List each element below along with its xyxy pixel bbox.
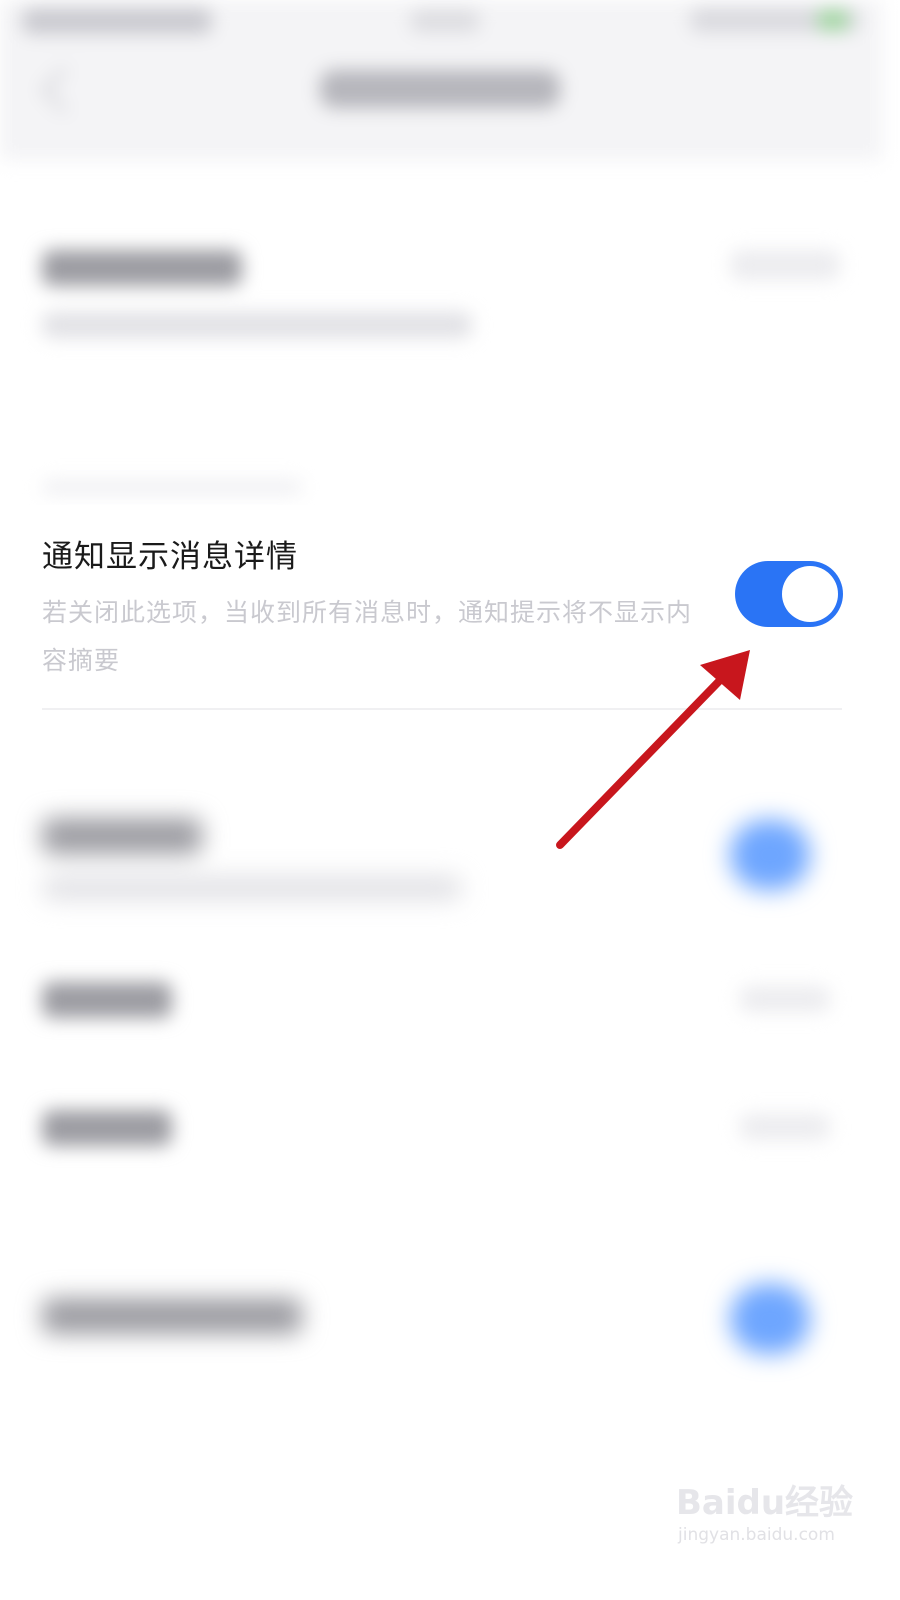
notification-detail-toggle[interactable] — [735, 561, 843, 627]
setting-title: 通知显示消息详情 — [42, 539, 298, 575]
status-bar-time — [410, 10, 480, 32]
row-title-placeholder — [42, 1110, 172, 1146]
setting-description: 若关闭此选项，当收到所有消息时，通知提示将不显示内容摘要 — [42, 598, 693, 675]
section-divider — [42, 480, 302, 494]
row-divider — [42, 708, 842, 710]
row-title-placeholder — [42, 818, 202, 854]
row-value-placeholder — [740, 986, 830, 1012]
toggle-knob — [782, 566, 838, 622]
settings-row-blurred[interactable] — [0, 960, 882, 1050]
row-title-placeholder — [42, 1298, 302, 1334]
settings-row-blurred[interactable] — [0, 220, 882, 370]
row-value-placeholder — [730, 250, 840, 280]
watermark-logo: Baidu经验 — [676, 1483, 854, 1523]
page-title — [320, 70, 560, 108]
settings-row-blurred[interactable] — [0, 1270, 882, 1380]
chevron-left-icon[interactable] — [41, 67, 87, 113]
row-subtitle-placeholder — [42, 876, 462, 900]
top-bar — [0, 0, 882, 160]
status-bar-left — [22, 8, 212, 34]
row-value-placeholder — [740, 1114, 830, 1140]
watermark-url: jingyan.baidu.com — [678, 1525, 835, 1545]
settings-row-blurred[interactable] — [0, 790, 882, 930]
row-title-placeholder — [42, 982, 172, 1018]
toggle-placeholder — [730, 820, 810, 890]
toggle-placeholder — [730, 1284, 810, 1354]
watermark: Baidu经验 jingyan.baidu.com — [672, 1475, 862, 1555]
row-subtitle-placeholder — [42, 312, 472, 338]
notification-detail-row: 通知显示消息详情 若关闭此选项，当收到所有消息时，通知提示将不显示内容摘要 — [0, 505, 882, 710]
row-title-placeholder — [42, 250, 242, 286]
settings-row-blurred[interactable] — [0, 1090, 882, 1180]
battery-icon — [818, 10, 848, 30]
